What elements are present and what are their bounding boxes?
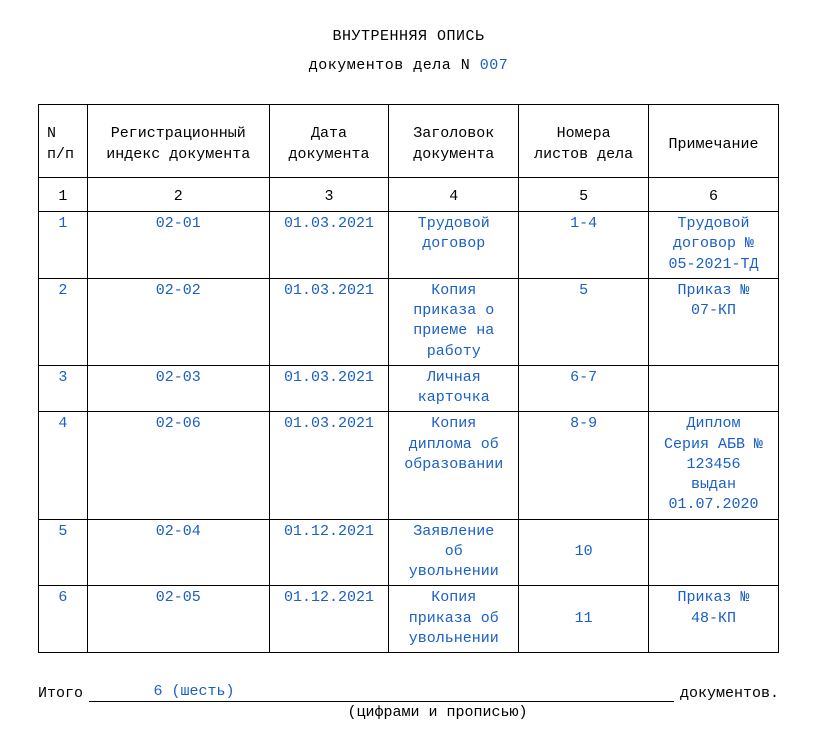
cell-date: 01.12.2021 [269, 519, 388, 586]
cell-npp: 3 [39, 365, 88, 412]
total-suffix: документов. [680, 685, 779, 702]
cell-reg-index: 02-06 [87, 412, 269, 519]
total-caption: (цифрами и прописью) [96, 704, 779, 721]
total-value: 6 (шесть) [89, 683, 299, 702]
cell-note [649, 519, 779, 586]
cell-date: 01.03.2021 [269, 365, 388, 412]
cell-npp: 5 [39, 519, 88, 586]
col-num-5: 5 [519, 178, 649, 212]
cell-title: Копиядиплома обобразовании [389, 412, 519, 519]
cell-pages: 10 [519, 519, 649, 586]
total-line: Итого 6 (шесть) документов. [38, 683, 779, 702]
document-title: ВНУТРЕННЯЯ ОПИСЬ [38, 28, 779, 45]
cell-date: 01.12.2021 [269, 586, 388, 653]
cell-title: Заявлениеобувольнении [389, 519, 519, 586]
col-num-6: 6 [649, 178, 779, 212]
cell-npp: 6 [39, 586, 88, 653]
cell-title: Личнаякарточка [389, 365, 519, 412]
col-doc-title: Заголовокдокумента [389, 105, 519, 178]
col-num-2: 2 [87, 178, 269, 212]
cell-npp: 1 [39, 212, 88, 279]
table-head: Nп/п Регистрационныйиндекс документа Дат… [39, 105, 779, 212]
total-blank-line [299, 701, 674, 702]
col-num-1: 1 [39, 178, 88, 212]
table-row: 102-0101.03.2021Трудовойдоговор1-4Трудов… [39, 212, 779, 279]
cell-title: Трудовойдоговор [389, 212, 519, 279]
table-row: 602-0501.12.2021Копияприказа обувольнени… [39, 586, 779, 653]
document-subtitle: документов дела N 007 [38, 57, 779, 74]
cell-npp: 4 [39, 412, 88, 519]
cell-reg-index: 02-04 [87, 519, 269, 586]
cell-npp: 2 [39, 278, 88, 365]
cell-pages: 1-4 [519, 212, 649, 279]
table-row: 502-0401.12.2021Заявлениеобувольнении10 [39, 519, 779, 586]
inventory-table: Nп/п Регистрационныйиндекс документа Дат… [38, 104, 779, 653]
col-npp: Nп/п [39, 105, 88, 178]
cell-note: ДипломСерия АБВ №123456выдан01.07.2020 [649, 412, 779, 519]
cell-date: 01.03.2021 [269, 412, 388, 519]
cell-note: Трудовойдоговор №05-2021-ТД [649, 212, 779, 279]
header-number-row: 1 2 3 4 5 6 [39, 178, 779, 212]
cell-note: Приказ №48-КП [649, 586, 779, 653]
table-body: 102-0101.03.2021Трудовойдоговор1-4Трудов… [39, 212, 779, 653]
cell-title: Копияприказа оприеме наработу [389, 278, 519, 365]
document-header: ВНУТРЕННЯЯ ОПИСЬ документов дела N 007 [38, 28, 779, 74]
cell-pages: 8-9 [519, 412, 649, 519]
header-row: Nп/п Регистрационныйиндекс документа Дат… [39, 105, 779, 178]
footer: Итого 6 (шесть) документов. (цифрами и п… [38, 683, 779, 721]
col-date: Датадокумента [269, 105, 388, 178]
col-pages: Номералистов дела [519, 105, 649, 178]
col-reg-index: Регистрационныйиндекс документа [87, 105, 269, 178]
cell-date: 01.03.2021 [269, 278, 388, 365]
cell-reg-index: 02-02 [87, 278, 269, 365]
cell-note [649, 365, 779, 412]
table-row: 302-0301.03.2021Личнаякарточка6-7 [39, 365, 779, 412]
case-number: 007 [480, 57, 509, 74]
subtitle-prefix: документов дела N [309, 57, 480, 74]
cell-reg-index: 02-05 [87, 586, 269, 653]
cell-pages: 11 [519, 586, 649, 653]
col-num-4: 4 [389, 178, 519, 212]
col-note: Примечание [649, 105, 779, 178]
total-label: Итого [38, 685, 83, 702]
cell-note: Приказ №07-КП [649, 278, 779, 365]
cell-title: Копияприказа обувольнении [389, 586, 519, 653]
col-num-3: 3 [269, 178, 388, 212]
table-row: 202-0201.03.2021Копияприказа оприеме нар… [39, 278, 779, 365]
cell-pages: 6-7 [519, 365, 649, 412]
cell-reg-index: 02-03 [87, 365, 269, 412]
table-row: 402-0601.03.2021Копиядиплома обобразован… [39, 412, 779, 519]
cell-date: 01.03.2021 [269, 212, 388, 279]
cell-pages: 5 [519, 278, 649, 365]
cell-reg-index: 02-01 [87, 212, 269, 279]
